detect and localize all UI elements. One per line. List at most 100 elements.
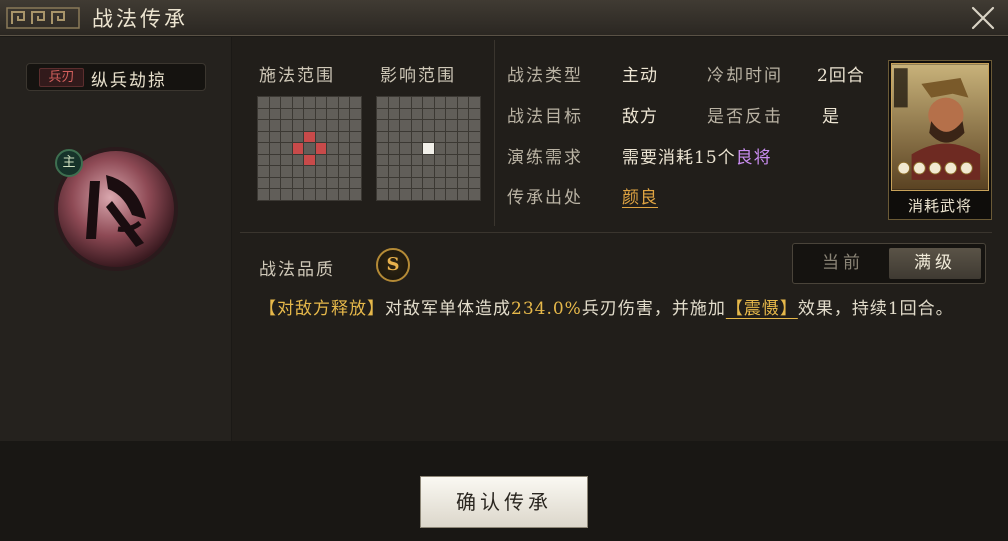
range-cell [469, 189, 480, 200]
range-cell [446, 154, 457, 166]
range-cell [446, 189, 457, 200]
skill-description: 【对敌方释放】对敌军单体造成234.0%兵刃伤害，并施加【震慑】效果，持续1回合… [259, 294, 981, 324]
desc-status-effect-link[interactable]: 【震慑】 [726, 299, 798, 319]
range-cell [446, 97, 457, 108]
range-cell [469, 97, 480, 108]
range-cell [377, 177, 388, 189]
desc-target-tag: 【对敌方释放】 [259, 299, 385, 319]
close-icon[interactable] [970, 5, 996, 31]
range-cell [304, 97, 315, 108]
range-cell [281, 189, 292, 200]
range-cell [423, 131, 434, 143]
desc-damage-value: 234.0% [511, 299, 582, 319]
range-cell [304, 143, 315, 154]
range-cell [315, 108, 327, 120]
range-cell [350, 177, 361, 189]
range-cell [281, 177, 292, 189]
range-cell [292, 120, 304, 131]
range-cell [388, 189, 400, 200]
range-cell [411, 154, 423, 166]
range-cell [327, 143, 338, 154]
cooldown-value: 2回合 [817, 66, 865, 86]
range-cell [327, 97, 338, 108]
consume-general-card[interactable]: 消耗武将 [888, 60, 992, 220]
drill-prefix: 需要消耗 [622, 148, 694, 168]
range-cell [469, 120, 480, 131]
range-cell [400, 177, 411, 189]
confirm-inherit-button[interactable]: 确认传承 [420, 476, 588, 528]
range-cell [377, 189, 388, 200]
range-cell [269, 189, 281, 200]
range-cell [388, 177, 400, 189]
effect-range-label: 影响范围 [380, 66, 456, 86]
max-level-tab[interactable]: 满级 [889, 248, 981, 279]
range-cell [388, 120, 400, 131]
range-cell [338, 108, 350, 120]
range-cell [434, 177, 446, 189]
range-cell [434, 108, 446, 120]
range-cell [338, 154, 350, 166]
range-cell [377, 131, 388, 143]
desc-part3: 效果，持续1回合。 [797, 299, 954, 319]
skill-type-value: 主动 [622, 66, 658, 86]
range-cell [457, 108, 469, 120]
range-cell [269, 143, 281, 154]
range-cell [350, 120, 361, 131]
range-cell [457, 131, 469, 143]
counter-value: 是 [822, 107, 840, 127]
desc-part1: 对敌军单体造成 [385, 299, 511, 319]
origin-general-link[interactable]: 颜良 [622, 183, 658, 208]
range-cell [258, 120, 269, 131]
range-cell [281, 154, 292, 166]
range-cell [457, 120, 469, 131]
counter-label: 是否反击 [707, 107, 783, 127]
range-cell [269, 154, 281, 166]
skill-name: 纵兵劫掠 [91, 71, 167, 91]
range-cell [400, 166, 411, 177]
range-cell [350, 154, 361, 166]
range-cell [292, 131, 304, 143]
range-cell [388, 143, 400, 154]
range-cell [423, 97, 434, 108]
window-title: 战法传承 [92, 7, 188, 31]
range-cell [292, 143, 304, 154]
range-cell [327, 108, 338, 120]
range-cell [388, 97, 400, 108]
range-cell [411, 177, 423, 189]
range-cell [411, 108, 423, 120]
range-cell [457, 189, 469, 200]
origin-label: 传承出处 [507, 188, 583, 208]
consume-general-caption: 消耗武将 [907, 197, 972, 215]
range-cell [377, 120, 388, 131]
range-cell [469, 143, 480, 154]
range-cell [434, 97, 446, 108]
range-cell [388, 108, 400, 120]
effect-range-grid [376, 96, 481, 201]
range-cell [377, 166, 388, 177]
range-cell [315, 154, 327, 166]
range-cell [338, 166, 350, 177]
range-cell [423, 108, 434, 120]
cast-range-grid [257, 96, 362, 201]
range-cell [434, 143, 446, 154]
current-level-tab[interactable]: 当前 [797, 248, 889, 279]
range-cell [423, 143, 434, 154]
range-cell [304, 108, 315, 120]
range-cell [258, 189, 269, 200]
range-cell [338, 131, 350, 143]
range-cell [423, 189, 434, 200]
range-cell [258, 154, 269, 166]
range-cell [258, 131, 269, 143]
range-cell [411, 166, 423, 177]
range-cell [350, 189, 361, 200]
range-cell [377, 97, 388, 108]
skill-type-badge: 兵刃 [39, 68, 84, 87]
range-cell [377, 154, 388, 166]
range-cell [350, 143, 361, 154]
drill-requirement-label: 演练需求 [507, 148, 583, 168]
range-cell [423, 177, 434, 189]
desc-part2: 兵刃伤害，并施加 [581, 299, 726, 319]
range-cell [469, 108, 480, 120]
cooldown-label: 冷却时间 [707, 66, 783, 86]
target-value: 敌方 [622, 107, 658, 127]
